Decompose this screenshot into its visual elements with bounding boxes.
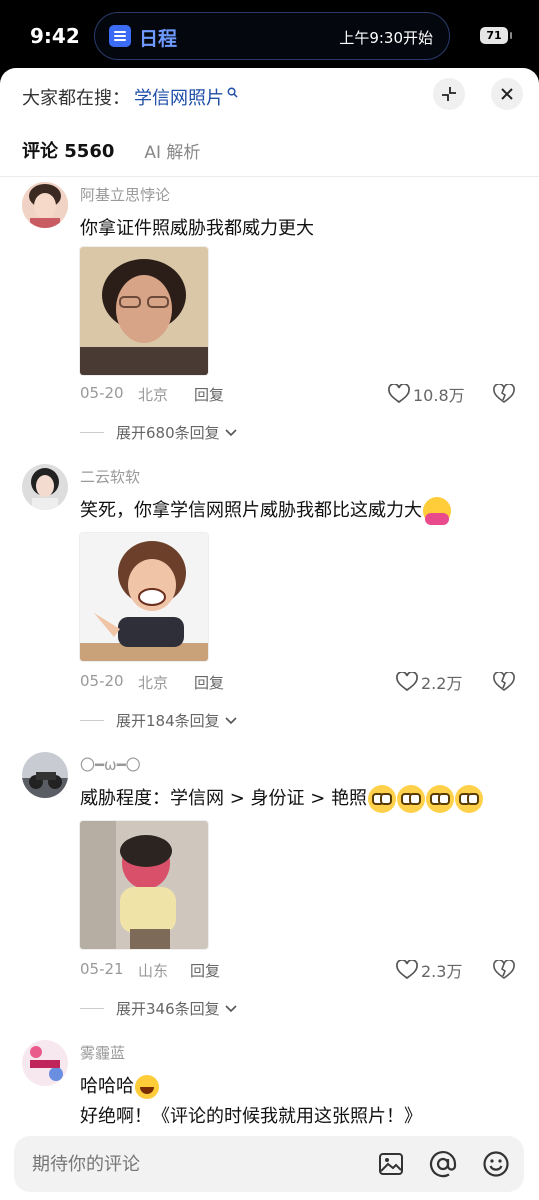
- expand-replies[interactable]: 展开346条回复: [80, 998, 238, 1019]
- flushed-emoji-icon: [368, 785, 397, 813]
- expand-replies[interactable]: 展开680条回复: [80, 422, 238, 443]
- comment-location: 北京: [138, 386, 169, 404]
- collapse-button[interactable]: [433, 78, 465, 110]
- close-icon: [501, 88, 513, 100]
- dislike-button[interactable]: [493, 383, 515, 408]
- search-icon: [227, 87, 238, 98]
- avatar[interactable]: [22, 752, 68, 798]
- comment-image[interactable]: [79, 246, 209, 376]
- comment-text: 你拿证件照威胁我都威力更大: [80, 218, 314, 239]
- comment-username[interactable]: 阿基立思悖论: [80, 184, 170, 205]
- comment-date: 05-20: [80, 672, 124, 690]
- like-count: 10.8万: [413, 386, 465, 405]
- comment-text-part: 哈哈哈: [80, 1076, 134, 1097]
- tab-divider: [0, 176, 539, 177]
- broken-heart-icon: [493, 383, 515, 403]
- comment-text-body: 笑死，你拿学信网照片威胁我都比这威力大: [80, 500, 422, 521]
- like-button[interactable]: 2.2万: [396, 670, 462, 694]
- like-count: 2.3万: [421, 962, 463, 981]
- comment-image[interactable]: [79, 820, 209, 950]
- expand-line: [80, 1008, 104, 1009]
- comment-text: 笑死，你拿学信网照片威胁我都比这威力大: [80, 496, 510, 526]
- comment-item: 二云软软 笑死，你拿学信网照片威胁我都比这威力大: [0, 464, 539, 684]
- clock: 9:42: [30, 24, 80, 48]
- heart-icon: [396, 960, 418, 980]
- dislike-button[interactable]: [493, 959, 515, 984]
- comment-image[interactable]: [79, 532, 209, 662]
- comment-meta: 05-20 北京 回复: [80, 672, 224, 693]
- at-icon: [429, 1151, 457, 1178]
- comment-meta: 05-21 山东 回复: [80, 960, 220, 981]
- comment-location: 北京: [138, 674, 169, 692]
- avatar[interactable]: [22, 464, 68, 510]
- comment-username[interactable]: 〇━ω━〇: [80, 754, 141, 775]
- comment-location: 山东: [138, 962, 169, 980]
- search-prefix-label: 大家都在搜：: [22, 88, 130, 109]
- reply-button[interactable]: 回复: [194, 384, 224, 405]
- flushed-emoji-icon: [426, 785, 455, 813]
- chevron-down-icon: [225, 1004, 237, 1012]
- search-suggestion[interactable]: 大家都在搜： 学信网照片: [22, 82, 238, 112]
- island-app-name: 日程: [139, 28, 178, 50]
- tab-ai-analysis[interactable]: AI 解析: [144, 138, 200, 163]
- comment-input[interactable]: [32, 1148, 362, 1180]
- heart-icon: [388, 384, 410, 404]
- battery-indicator: 71: [480, 27, 512, 44]
- avatar[interactable]: [22, 182, 68, 228]
- comment-username[interactable]: 雾霾蓝: [80, 1042, 125, 1063]
- expand-line: [80, 720, 104, 721]
- comment-item: 〇━ω━〇 威胁程度：学信网 > 身份证 > 艳照: [0, 752, 539, 972]
- reply-button[interactable]: 回复: [190, 960, 220, 981]
- tab-comments[interactable]: 评论 5560: [22, 137, 114, 163]
- image-icon: [379, 1153, 403, 1175]
- like-button[interactable]: 10.8万: [388, 382, 465, 406]
- comment-date: 05-20: [80, 384, 124, 402]
- like-button[interactable]: 2.3万: [396, 958, 462, 982]
- expand-replies-label: 展开346条回复: [116, 1000, 220, 1018]
- expand-replies-label: 展开680条回复: [116, 424, 220, 442]
- comment-text-body: 威胁程度：学信网 > 身份证 > 艳照: [80, 788, 368, 809]
- tab-bar: 评论 5560 AI 解析: [22, 134, 200, 166]
- expand-replies[interactable]: 展开184条回复: [80, 710, 238, 731]
- broken-heart-icon: [493, 671, 515, 691]
- comment-item: 雾霾蓝 哈哈哈好绝啊！《评论的时候我就用这张照片！》: [0, 1040, 539, 1130]
- broken-heart-icon: [493, 959, 515, 979]
- search-term-link[interactable]: 学信网照片: [134, 84, 224, 110]
- comment-text: 哈哈哈好绝啊！《评论的时候我就用这张照片！》: [80, 1072, 500, 1132]
- avatar[interactable]: [22, 1040, 68, 1086]
- comment-item: 阿基立思悖论 你拿证件照威胁我都威力更大: [0, 182, 539, 462]
- chevron-down-icon: [225, 716, 237, 724]
- smiley-icon: [483, 1151, 509, 1177]
- collapse-icon: [442, 87, 456, 101]
- laughing-emoji-icon: [135, 1075, 159, 1099]
- comment-date: 05-21: [80, 960, 124, 978]
- expand-replies-label: 展开184条回复: [116, 712, 220, 730]
- comment-sheet: 大家都在搜： 学信网照片 评论 5560 AI 解析 阿基立思悖论 你拿证件照威…: [0, 68, 539, 1200]
- status-bar: 9:42 日程 上午9:30开始 71: [0, 0, 539, 68]
- comment-input-bar: [14, 1136, 524, 1192]
- comment-username[interactable]: 二云软软: [80, 466, 140, 487]
- calendar-list-icon: [109, 25, 131, 47]
- hug-emoji-icon: [423, 497, 451, 525]
- island-event-time: 上午9:30开始: [339, 29, 433, 47]
- dynamic-island-schedule[interactable]: 日程 上午9:30开始: [94, 12, 450, 60]
- comment-meta: 05-20 北京 回复: [80, 384, 224, 405]
- flushed-emoji-icon: [397, 785, 426, 813]
- expand-line: [80, 432, 104, 433]
- emoji-button[interactable]: [481, 1149, 511, 1179]
- heart-icon: [396, 672, 418, 692]
- flushed-emoji-icon: [455, 785, 484, 813]
- reply-button[interactable]: 回复: [194, 672, 224, 693]
- chevron-down-icon: [225, 428, 237, 436]
- comment-text-part: 好绝啊！《评论的时候我就用这张照片！》: [80, 1106, 422, 1127]
- like-count: 2.2万: [421, 674, 463, 693]
- comment-text: 威胁程度：学信网 > 身份证 > 艳照: [80, 784, 510, 814]
- close-button[interactable]: [491, 78, 523, 110]
- image-picker-button[interactable]: [376, 1149, 406, 1179]
- mention-button[interactable]: [428, 1149, 458, 1179]
- dislike-button[interactable]: [493, 671, 515, 696]
